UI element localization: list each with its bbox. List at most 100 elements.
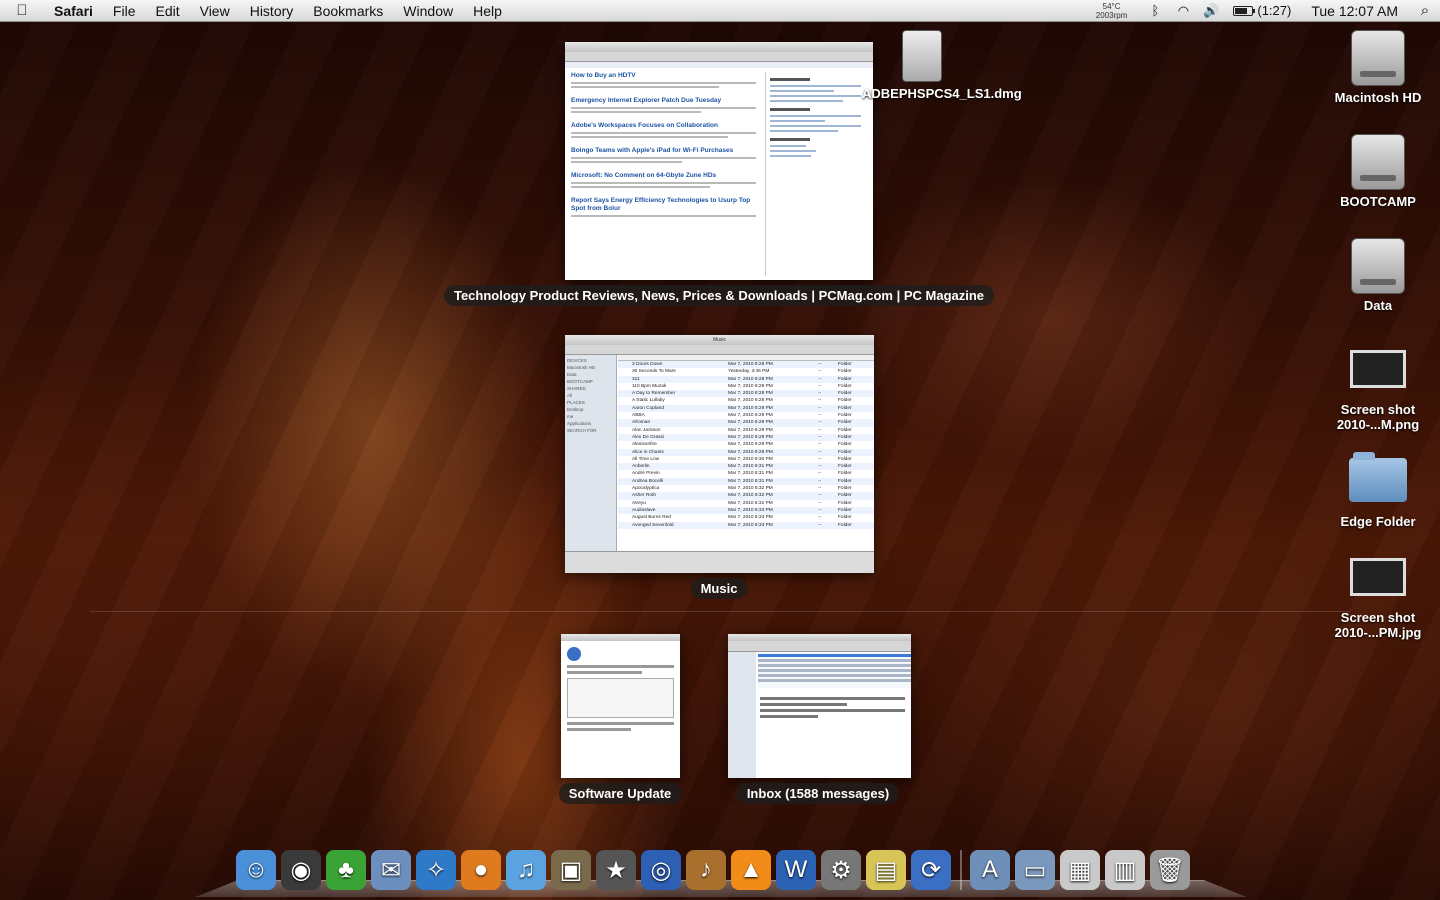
dock-mail-icon[interactable]: ✉ xyxy=(371,850,411,890)
finder-row[interactable]: André Previn Mar 7, 2010 8:31 PM -- Folder xyxy=(618,470,874,477)
menu-window[interactable]: Window xyxy=(393,0,463,22)
desktop-icon-screenshot-png[interactable]: Screen shot 2010-...M.png xyxy=(1318,350,1438,432)
finder-row[interactable]: Atreyu Mar 7, 2010 8:32 PM -- Folder xyxy=(618,500,874,507)
finder-sidebar-item[interactable]: DEVICES xyxy=(567,357,614,364)
volume-icon[interactable]: 🔊 xyxy=(1197,3,1225,19)
expose-label-mail[interactable]: Inbox (1588 messages) xyxy=(736,783,900,804)
finder-sidebar-item[interactable]: Applications xyxy=(567,420,614,427)
dock-garageband-icon[interactable]: ♪ xyxy=(686,850,726,890)
finder-row[interactable]: 110 Bpm Muzak Mar 7, 2010 8:28 PM -- Folder xyxy=(618,383,874,390)
menu-app-name[interactable]: Safari xyxy=(44,0,103,22)
finder-row[interactable]: Audioslave Mar 7, 2010 8:33 PM -- Folder xyxy=(618,506,874,515)
finder-row[interactable]: Anberlin Mar 7, 2010 8:31 PM -- Folder xyxy=(618,463,874,471)
menu-clock[interactable]: Tue 12:07 AM xyxy=(1299,3,1410,19)
desktop-icon-edge-folder[interactable]: Edge Folder xyxy=(1318,452,1438,529)
dock-itunes-icon[interactable]: ♫ xyxy=(506,850,546,890)
menu-file[interactable]: File xyxy=(103,0,146,22)
dock-adium-icon[interactable]: ♣ xyxy=(326,850,366,890)
expose-label-software-update[interactable]: Software Update xyxy=(558,783,682,804)
finder-row[interactable]: All Time Low Mar 7, 2010 8:30 PM -- Folder xyxy=(618,456,874,463)
menu-edit[interactable]: Edit xyxy=(145,0,189,22)
dock-screenshots-stack-icon[interactable]: ▥ xyxy=(1105,850,1145,890)
dock-word-icon[interactable]: W xyxy=(776,850,816,890)
expose-window-mail[interactable] xyxy=(728,634,911,778)
finder-row[interactable]: A Day to Remember Mar 7, 2010 8:28 PM -- Fo… xyxy=(618,390,874,398)
finder-row[interactable]: 311 Mar 7, 2010 8:28 PM -- Folder xyxy=(618,375,874,383)
wifi-icon[interactable]: ◠ xyxy=(1169,3,1197,19)
finder-row[interactable]: Alan Jackson Mar 7, 2010 8:29 PM -- Folder xyxy=(618,427,874,434)
dock-applications-stack-icon[interactable]: A xyxy=(970,850,1010,890)
row-kind: Folder xyxy=(838,449,852,455)
finder-sidebar-item[interactable]: Data xyxy=(567,371,614,378)
battery-status[interactable]: (1:27) xyxy=(1233,3,1291,18)
finder-row[interactable]: Andrea Bocelli Mar 7, 2010 8:31 PM -- Folde… xyxy=(618,477,874,486)
sidebar-link xyxy=(770,130,839,132)
menu-help[interactable]: Help xyxy=(463,0,512,22)
finder-sidebar-item[interactable]: me xyxy=(567,413,614,420)
finder-sidebar-item[interactable]: Macintosh HD xyxy=(567,364,614,371)
finder-row[interactable]: Asher Roth Mar 7, 2010 8:32 PM -- Folder xyxy=(618,492,874,500)
dock: ☺ ◉ ♣ ✉ ✧ ● ♫ ▣ ★ ◎ ♪ ▲ W ⚙ ▤ ⟳ A ▭ ▦ ▥ 🗑 xyxy=(236,838,1195,890)
dock-dashboard-icon[interactable]: ◉ xyxy=(281,850,321,890)
dock-documents-stack-icon[interactable]: ▭ xyxy=(1015,850,1055,890)
article-title[interactable]: Report Says Energy Efficiency Technologi… xyxy=(571,197,756,213)
finder-row[interactable]: Alexisonfire Mar 7, 2010 8:29 PM -- Folder xyxy=(618,441,874,448)
menu-history[interactable]: History xyxy=(240,0,304,22)
bluetooth-icon[interactable]: ᛒ xyxy=(1141,3,1169,18)
temperature-monitor[interactable]: 54°C 2003rpm xyxy=(1096,2,1128,20)
menu-view[interactable]: View xyxy=(190,0,240,22)
expose-label-finder[interactable]: Music xyxy=(690,578,748,599)
finder-row[interactable]: August Burns Red Mar 7, 2010 8:33 PM -- Fol… xyxy=(618,514,874,521)
desktop-icon-macintosh-hd[interactable]: Macintosh HD xyxy=(1318,30,1438,105)
finder-row[interactable]: Aaron Copland Mar 7, 2010 8:29 PM -- Folder xyxy=(618,404,874,413)
finder-row[interactable]: Apocalyptica Mar 7, 2010 8:32 PM -- Folder xyxy=(618,485,874,492)
dock-imovie-icon[interactable]: ★ xyxy=(596,850,636,890)
dock-separator[interactable] xyxy=(960,850,962,890)
dock-vlc-icon[interactable]: ▲ xyxy=(731,850,771,890)
dock-system-preferences-icon[interactable]: ⚙ xyxy=(821,850,861,890)
expose-window-finder[interactable]: Music DEVICES Macintosh HD Data BOOTCAMP SHA… xyxy=(565,335,874,573)
dock-dvd-player-icon[interactable]: ◎ xyxy=(641,850,681,890)
finder-sidebar-item[interactable]: SEARCH FOR xyxy=(567,427,614,434)
expose-window-software-update[interactable] xyxy=(561,634,680,778)
temperature-readout: 54°C xyxy=(1102,1,1121,11)
finder-sidebar-item[interactable]: Desktop xyxy=(567,406,614,413)
article-title[interactable]: Emergency Internet Explorer Patch Due Tu… xyxy=(571,97,756,105)
desktop-icon-data[interactable]: Data xyxy=(1318,238,1438,313)
dock-firefox-icon[interactable]: ● xyxy=(461,850,501,890)
article-title[interactable]: How to Buy an HDTV xyxy=(571,72,756,80)
dock-finder-icon[interactable]: ☺ xyxy=(236,850,276,890)
expose-label-browser[interactable]: Technology Product Reviews, News, Prices… xyxy=(443,285,995,306)
menu-bookmarks[interactable]: Bookmarks xyxy=(303,0,393,22)
finder-sidebar-item[interactable]: BOOTCAMP xyxy=(567,378,614,385)
dock-downloads-stack-icon[interactable]: ▦ xyxy=(1060,850,1100,890)
desktop-icon-screenshot-jpg[interactable]: Screen shot 2010-...PM.jpg xyxy=(1318,558,1438,640)
finder-row[interactable]: 30 Seconds To Mars Yesterday, 3:46 PM -- Fo… xyxy=(618,368,874,375)
finder-sidebar-item[interactable]: SHARED xyxy=(567,385,614,392)
apple-menu-icon[interactable]:  xyxy=(0,2,44,19)
row-name: Avenged Sevenfold xyxy=(632,522,674,528)
row-kind: Folder xyxy=(838,383,852,389)
article-title[interactable]: Boingo Teams with Apple's iPad for Wi-Fi… xyxy=(571,147,756,155)
desktop-icon-dmg[interactable]: ADBEPHSPCS4_LS1.dmg xyxy=(862,30,1022,101)
desktop-icon-bootcamp[interactable]: BOOTCAMP xyxy=(1318,134,1438,209)
finder-row[interactable]: Alice in Chains Mar 7, 2010 8:29 PM -- Fold… xyxy=(618,448,874,456)
finder-row[interactable]: 3 Doors Down Mar 7, 2010 8:28 PM -- Folder xyxy=(618,361,874,369)
finder-row[interactable]: ABBA Mar 7, 2010 8:29 PM -- Folder xyxy=(618,412,874,419)
finder-row[interactable]: Avenged Sevenfold Mar 7, 2010 8:33 PM -- Fo… xyxy=(618,521,874,529)
dock-trash-icon[interactable]: 🗑 xyxy=(1150,850,1190,890)
finder-sidebar-item[interactable]: All xyxy=(567,392,614,399)
expose-window-browser[interactable]: How to Buy an HDTV Emergency Internet Ex… xyxy=(565,42,873,280)
dock-iphoto-icon[interactable]: ▣ xyxy=(551,850,591,890)
spotlight-search-icon[interactable]: ⌕ xyxy=(1410,2,1440,19)
dock-software-update-icon[interactable]: ⟳ xyxy=(911,850,951,890)
dock-stickies-icon[interactable]: ▤ xyxy=(866,850,906,890)
article-title[interactable]: Microsoft: No Comment on 64-Gbyte Zune H… xyxy=(571,172,756,180)
finder-row[interactable]: Afroman Mar 7, 2010 8:29 PM -- Folder xyxy=(618,419,874,427)
dock-safari-icon[interactable]: ✧ xyxy=(416,850,456,890)
finder-row[interactable]: A Static Lullaby Mar 7, 2010 8:28 PM -- Fol… xyxy=(618,397,874,404)
row-date: Mar 7, 2010 8:28 PM xyxy=(728,398,773,404)
finder-sidebar-item[interactable]: PLACES xyxy=(567,399,614,406)
finder-row[interactable]: Alex De Grassi Mar 7, 2010 8:29 PM -- Folde… xyxy=(618,433,874,442)
article-title[interactable]: Adobe's Workspaces Focuses on Collaborat… xyxy=(571,122,756,130)
